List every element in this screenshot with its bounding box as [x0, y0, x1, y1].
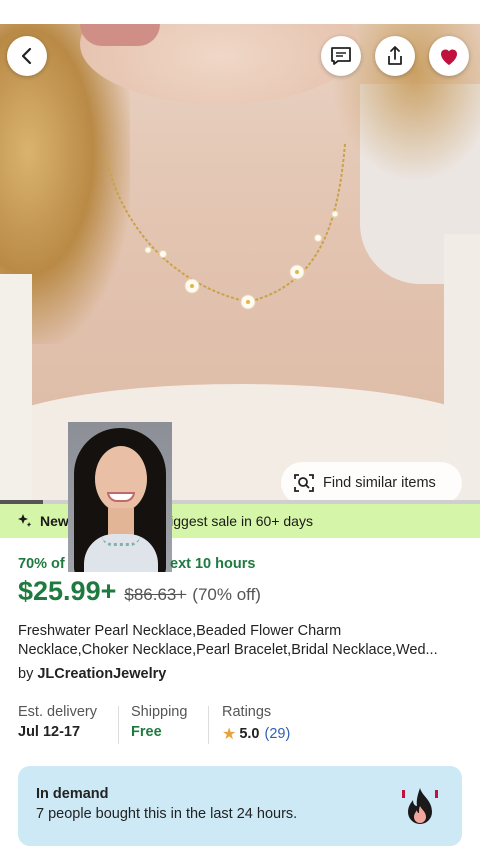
ratings-info[interactable]: Ratings ★ 5.0 (29) [222, 704, 290, 744]
in-demand-text: 7 people bought this in the last 24 hour… [36, 806, 298, 822]
ratings-label: Ratings [222, 704, 272, 720]
message-seller-button[interactable] [321, 36, 361, 76]
chevron-left-icon [21, 47, 32, 65]
video-preview[interactable] [68, 422, 172, 572]
favorite-button[interactable] [429, 36, 469, 76]
sale-banner-tag: New [40, 513, 69, 529]
sparkle-icon [18, 514, 32, 527]
in-demand-heading: In demand [36, 786, 109, 802]
discount-text-left: 70% of [18, 556, 65, 572]
shipping-label: Shipping [131, 704, 188, 720]
shipping-value: Free [131, 724, 162, 740]
sale-banner-text: Biggest sale in 60+ days [160, 513, 313, 529]
rating-value: 5.0 [239, 726, 260, 742]
in-demand-card: In demand 7 people bought this in the la… [18, 766, 462, 846]
delivery-label: Est. delivery [18, 704, 97, 720]
shipping-info: Shipping Free [131, 704, 187, 740]
find-similar-button[interactable]: Find similar items [281, 462, 462, 502]
visual-search-icon [294, 474, 314, 492]
delivery-value: Jul 12-17 [18, 724, 81, 740]
share-icon [388, 46, 402, 65]
rating-count: (29) [264, 726, 291, 742]
original-price: $86.63+ [124, 585, 187, 604]
fire-icon [402, 788, 438, 824]
estimated-delivery: Est. delivery Jul 12-17 [18, 704, 97, 740]
message-icon [331, 47, 351, 65]
rating-summary: ★ 5.0 (29) [222, 724, 290, 744]
status-bar [0, 0, 480, 24]
back-button[interactable] [7, 36, 47, 76]
heart-icon [441, 49, 457, 65]
product-title-line: Necklace,Choker Necklace,Pearl Bracelet,… [18, 642, 438, 658]
share-button[interactable] [375, 36, 415, 76]
divider [208, 706, 209, 744]
percent-off: (70% off) [192, 585, 261, 604]
product-title-line: Freshwater Pearl Necklace,Beaded Flower … [18, 623, 342, 639]
find-similar-label: Find similar items [323, 475, 436, 491]
star-icon: ★ [222, 726, 237, 743]
discount-text-right: ext 10 hours [170, 556, 256, 572]
shop-name: JLCreationJewelry [37, 666, 167, 682]
shop-prefix: by [18, 666, 34, 682]
sale-price: $25.99+ [18, 576, 117, 606]
shop-link[interactable]: by JLCreationJewelry [18, 666, 166, 682]
price-row: $25.99+ $86.63+ (70% off) [18, 576, 261, 607]
divider [118, 706, 119, 744]
discount-notice: 70% of ext 10 hours [18, 556, 255, 572]
product-title[interactable]: Freshwater Pearl Necklace,Beaded Flower … [18, 622, 466, 660]
